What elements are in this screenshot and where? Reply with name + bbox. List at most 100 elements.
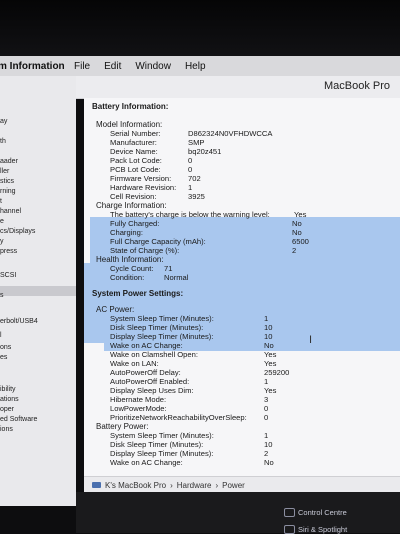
menu-edit[interactable]: Edit: [104, 61, 121, 72]
group-label: AC Power:: [96, 305, 135, 314]
info-key: Full Charge Capacity (mAh):: [110, 237, 206, 246]
info-value: 2: [292, 246, 297, 255]
group-label: Model Information:: [96, 120, 163, 129]
control-centre-item[interactable]: Control Centre: [298, 508, 347, 517]
sidebar-selection: [0, 286, 76, 296]
path-power[interactable]: Power: [222, 481, 245, 490]
info-key: Manufacturer:: [110, 138, 157, 147]
sidebar-item[interactable]: es: [0, 354, 7, 361]
info-key: Wake on AC Change:: [110, 458, 183, 467]
info-key: System Sleep Timer (Minutes):: [110, 314, 214, 323]
sidebar-item[interactable]: ay: [0, 118, 7, 125]
info-value: No: [264, 458, 274, 467]
info-value: 0: [264, 413, 269, 422]
window-titlebar: MacBook Pro: [76, 76, 400, 99]
screen-bezel: [0, 0, 400, 56]
info-value: Yes: [264, 386, 277, 395]
info-value: 1: [264, 377, 269, 386]
info-key: Serial Number:: [110, 129, 161, 138]
info-value: 1: [264, 431, 269, 440]
menu-help[interactable]: Help: [185, 61, 206, 72]
info-value: 3925: [188, 192, 205, 201]
sidebar-item[interactable]: y: [0, 238, 4, 245]
control-centre-icon: [284, 508, 295, 517]
info-value: Yes: [294, 210, 307, 219]
menu-file[interactable]: File: [74, 61, 90, 72]
sidebar-item[interactable]: th: [0, 138, 6, 145]
info-value: Yes: [264, 359, 277, 368]
info-key: Display Sleep Timer (Minutes):: [110, 449, 214, 458]
info-value: 0: [264, 404, 269, 413]
app-menu[interactable]: m Information: [0, 61, 68, 72]
info-value: No: [264, 341, 274, 350]
info-value: 0: [188, 156, 193, 165]
path-computer[interactable]: K's MacBook Pro: [105, 481, 166, 490]
info-key: State of Charge (%):: [110, 246, 180, 255]
sidebar-item[interactable]: ed Software: [0, 416, 37, 423]
sidebar-item[interactable]: SCSI: [0, 272, 16, 279]
sidebar-item[interactable]: rning: [0, 188, 16, 195]
info-value: 71: [164, 264, 173, 273]
info-key: System Sleep Timer (Minutes):: [110, 431, 214, 440]
sidebar-item[interactable]: ations: [0, 396, 19, 403]
sidebar-item[interactable]: hannel: [0, 208, 21, 215]
info-key: Pack Lot Code:: [110, 156, 162, 165]
info-key: The battery's charge is below the warnin…: [110, 210, 270, 219]
info-key: Charging:: [110, 228, 143, 237]
info-key: Condition:: [110, 273, 145, 282]
info-value: 1: [188, 183, 193, 192]
info-value: 0: [188, 165, 193, 174]
info-key: PCB Lot Code:: [110, 165, 161, 174]
info-value: D862324N0VFHDWCCA: [188, 129, 273, 138]
sidebar-item[interactable]: ibility: [0, 386, 16, 393]
sidebar-item[interactable]: cs/Displays: [0, 228, 35, 235]
report-content[interactable]: Battery Information: Model Information: Se…: [84, 98, 400, 476]
sidebar-item[interactable]: ions: [0, 426, 13, 433]
sidebar-item[interactable]: e: [0, 218, 4, 225]
info-key: Cycle Count:: [110, 264, 154, 273]
info-key: Cell Revision:: [110, 192, 157, 201]
path-bar: K's MacBook Pro › Hardware › Power: [84, 476, 400, 493]
info-key: Fully Charged:: [110, 219, 160, 228]
menu-window[interactable]: Window: [135, 61, 171, 72]
info-key: Device Name:: [110, 147, 158, 156]
path-separator: ›: [170, 480, 173, 490]
sidebar: ay th aader ller stics rning t hannel e cs/Displa…: [0, 76, 76, 506]
background-window: Control Centre Siri & Spotlight: [76, 492, 400, 534]
path-hardware[interactable]: Hardware: [177, 481, 212, 490]
menu-bar: m Information File Edit Window Help: [0, 56, 400, 76]
info-value: Yes: [264, 350, 277, 359]
path-separator: ›: [215, 480, 219, 490]
info-key: Firmware Version:: [110, 174, 172, 183]
info-value: 702: [188, 174, 201, 183]
sidebar-item[interactable]: press: [0, 248, 17, 255]
sidebar-item[interactable]: ller: [0, 168, 9, 175]
info-value: 6500: [292, 237, 309, 246]
text-cursor-icon: I: [309, 334, 313, 346]
group-label: Health Information:: [96, 255, 164, 264]
group-label: Battery Power:: [96, 422, 149, 431]
info-value: 2: [264, 449, 269, 458]
sidebar-item[interactable]: oper: [0, 406, 14, 413]
sidebar-item[interactable]: erbolt/USB4: [0, 318, 38, 325]
sidebar-item[interactable]: s: [0, 292, 4, 299]
sidebar-item[interactable]: aader: [0, 158, 18, 165]
group-label: Charge Information:: [96, 201, 167, 210]
info-value: No: [292, 219, 302, 228]
laptop-icon: [92, 482, 101, 488]
info-key: Hibernate Mode:: [110, 395, 167, 404]
sidebar-item[interactable]: stics: [0, 178, 14, 185]
sidebar-item[interactable]: ons: [0, 344, 11, 351]
sidebar-item[interactable]: l: [0, 332, 2, 339]
info-key: PrioritizeNetworkReachabilityOverSleep:: [110, 413, 247, 422]
info-value: No: [292, 228, 302, 237]
info-key: Display Sleep Uses Dim:: [110, 386, 194, 395]
section-title-battery: Battery Information:: [92, 102, 169, 111]
info-key: AutoPowerOff Enabled:: [110, 377, 190, 386]
info-value: SMP: [188, 138, 205, 147]
info-value: 1: [264, 314, 269, 323]
info-key: AutoPowerOff Delay:: [110, 368, 181, 377]
info-value: bq20z451: [188, 147, 222, 156]
info-key: Disk Sleep Timer (Minutes):: [110, 440, 204, 449]
sidebar-item[interactable]: t: [0, 198, 2, 205]
